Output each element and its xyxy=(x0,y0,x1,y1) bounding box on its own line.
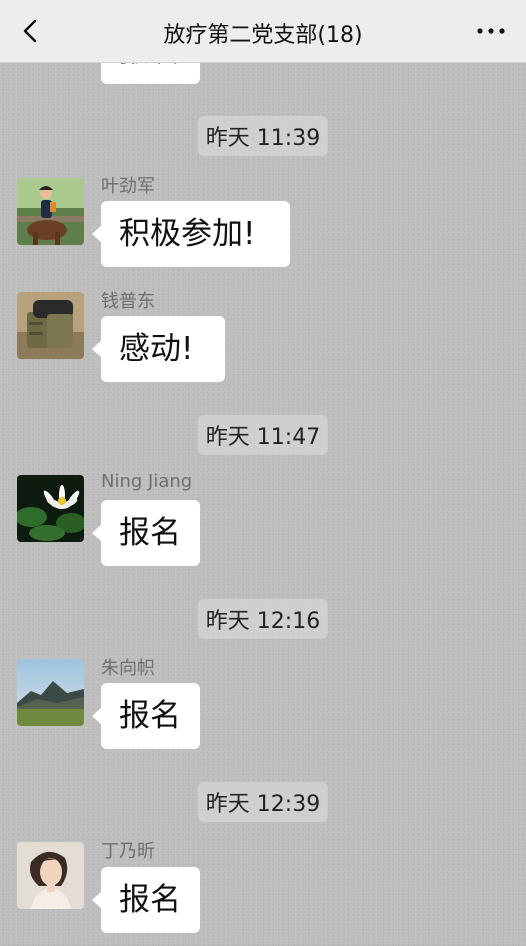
sender-name: Ning Jiang xyxy=(101,471,193,492)
horse-rider-photo-icon xyxy=(17,178,84,245)
sender-name: 丁乃昕 xyxy=(101,841,155,862)
lotus-photo-icon xyxy=(17,475,84,542)
message-bubble[interactable]: 积极参加! xyxy=(92,201,290,267)
avatar-lotus[interactable] xyxy=(17,475,84,542)
avatar-portrait[interactable] xyxy=(17,842,84,909)
chat-title: 放疗第二党支部(18) xyxy=(163,23,363,48)
message-bubble[interactable]: 报名 xyxy=(92,500,200,566)
timestamp: 昨天 12:16 xyxy=(197,599,329,639)
portrait-photo-icon xyxy=(17,842,84,909)
more-button[interactable] xyxy=(474,18,508,44)
message-text: 感动! xyxy=(119,331,194,367)
navigation-bar: 放疗第二党支部(18) xyxy=(0,0,526,63)
message-text: 报名 xyxy=(119,515,181,551)
landscape-photo-icon xyxy=(17,659,84,726)
timestamp: 昨天 11:39 xyxy=(197,116,329,156)
message-bubble[interactable]: 感动! xyxy=(92,316,225,382)
avatar-horse-rider[interactable] xyxy=(17,178,84,245)
message-text: 报名 xyxy=(119,698,181,734)
avatar-bag[interactable] xyxy=(17,292,84,359)
sender-name: 朱向帜 xyxy=(101,658,155,679)
avatar-landscape[interactable] xyxy=(17,659,84,726)
message-bubble[interactable]: 报名 xyxy=(92,867,200,933)
chat-area[interactable]: 报名 昨天 11:39 叶劲军 积极参加! xyxy=(0,0,526,946)
message-text: 报名 xyxy=(119,882,181,918)
timestamp: 昨天 11:47 xyxy=(197,415,329,455)
sender-name: 叶劲军 xyxy=(101,176,155,197)
bag-photo-icon xyxy=(17,292,84,359)
sender-name: 钱普东 xyxy=(101,291,155,312)
timestamp: 昨天 12:39 xyxy=(197,782,329,822)
message-bubble[interactable]: 报名 xyxy=(92,683,200,749)
more-horizontal-icon xyxy=(477,28,505,34)
message-text: 积极参加! xyxy=(119,216,256,252)
